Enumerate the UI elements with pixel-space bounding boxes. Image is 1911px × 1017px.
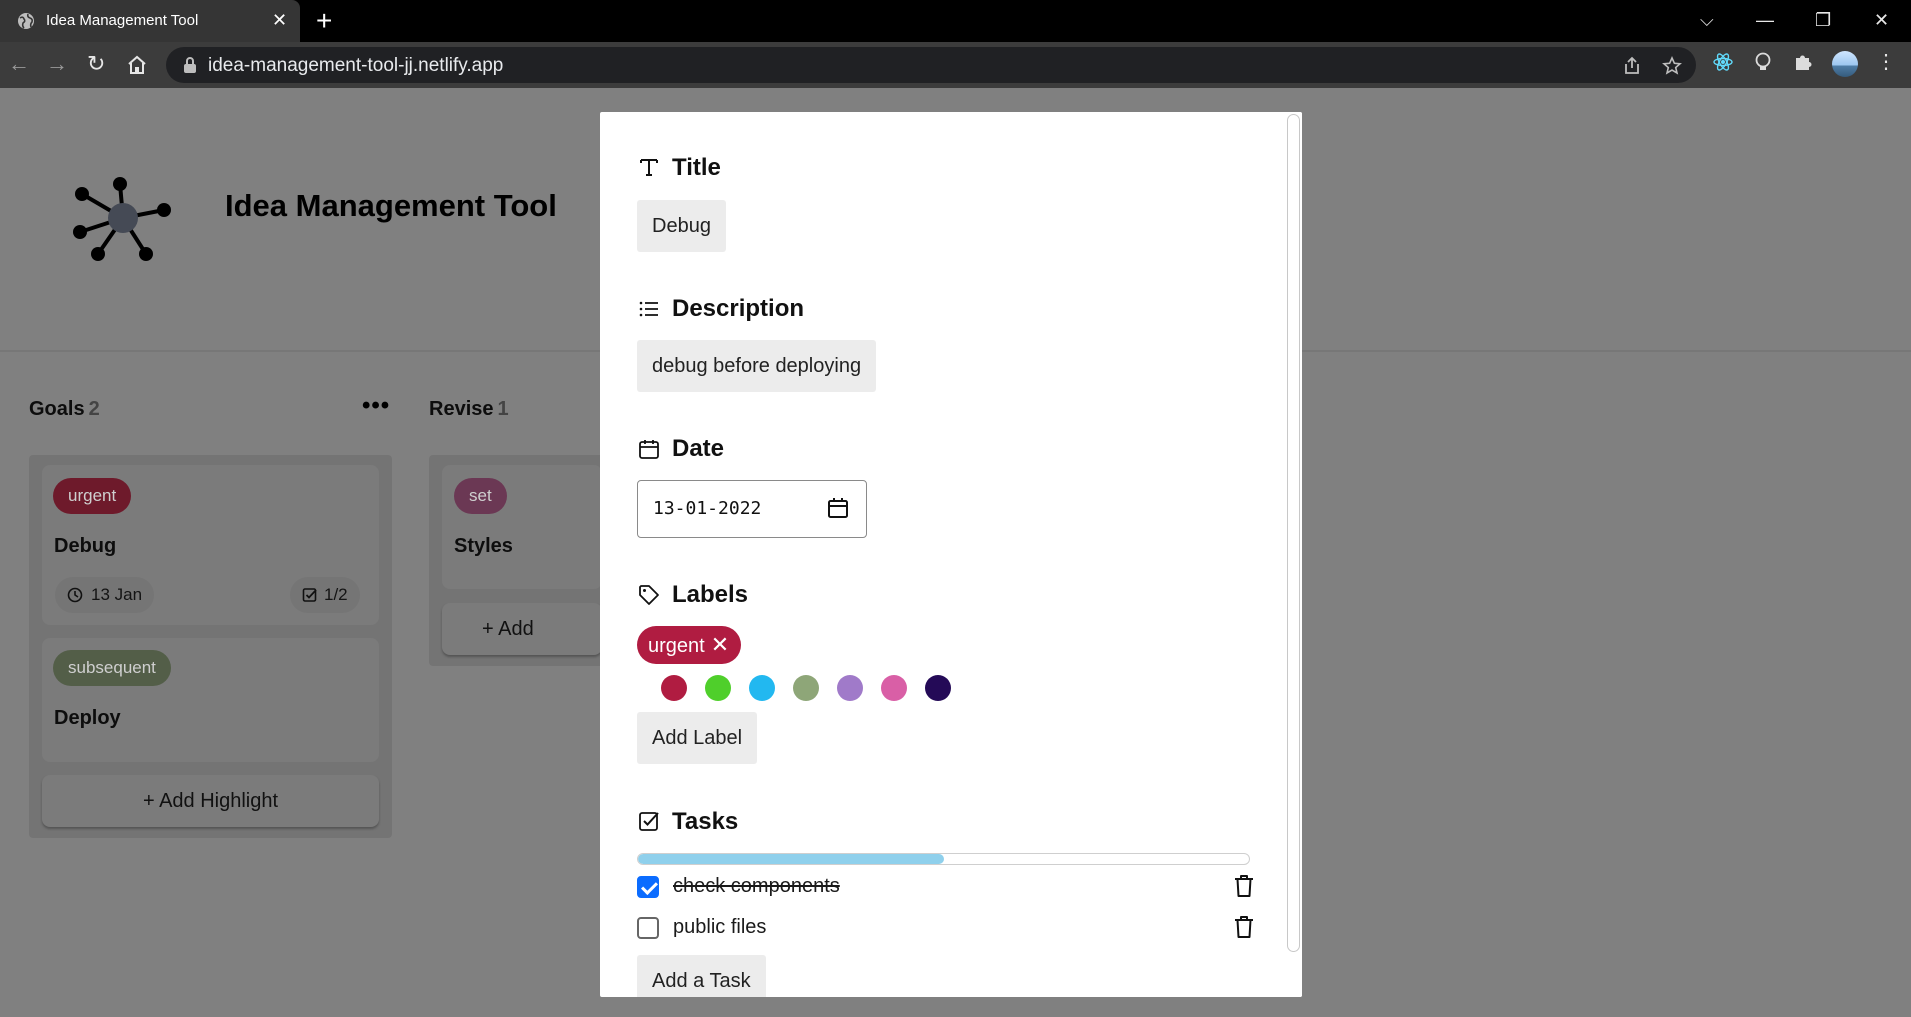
label-color-swatch[interactable] [881,675,907,701]
home-icon[interactable] [126,54,148,76]
tab-search-icon[interactable]: ⌵ [1700,10,1714,31]
card-task-count: 1/2 [290,577,360,613]
card-task-count-text: 1/2 [324,585,348,604]
task-checkbox[interactable] [637,876,659,898]
molecule-logo-icon [73,177,171,261]
globe-icon [18,13,34,29]
browser-menu-icon[interactable]: ⋮ [1876,52,1896,72]
task-text: check components [673,875,840,897]
reload-button[interactable]: ↻ [87,52,105,76]
title-field[interactable]: Debug [637,200,726,252]
checkbox-icon [639,812,659,831]
label-color-swatch[interactable] [661,675,687,701]
tasks-heading: Tasks [672,808,739,835]
modal-scrollbar-thumb[interactable] [1287,114,1300,952]
calendar-icon [639,440,659,459]
checkbox-icon [302,588,317,602]
new-tab-button[interactable]: + [316,7,332,35]
share-icon[interactable] [1622,56,1642,76]
card-title: Deploy [54,707,121,729]
task-checkbox[interactable] [637,917,659,939]
app-title: Idea Management Tool [225,188,557,223]
tag-icon [639,585,659,605]
browser-tab-bar: Idea Management Tool ✕ + ⌵ — ❐ ✕ [0,0,1911,42]
date-value: 13-01-2022 [653,498,762,519]
add-highlight-button[interactable]: + Add Highlight [42,775,379,827]
url-text: idea-management-tool-jj.netlify.app [208,55,504,76]
column-name: Revise [429,398,494,420]
address-bar[interactable]: idea-management-tool-jj.netlify.app [166,47,1696,83]
description-heading: Description [672,295,805,322]
tasks-progress-fill [638,854,944,864]
column-name: Goals [29,398,85,420]
column-title-revise: Revise 1 [429,398,509,421]
browser-toolbar: ← → ↻ idea-management-tool-jj.netlify.ap… [0,42,1911,88]
card-date: 13 Jan [55,577,155,613]
label-text: urgent [648,635,705,657]
add-label-button[interactable]: Add Label [637,712,758,764]
card-detail-modal: Title Debug Description debug before dep… [600,112,1302,997]
label-color-swatch[interactable] [793,675,819,701]
tab-title: Idea Management Tool [46,12,199,29]
list-icon [639,301,658,317]
date-input[interactable]: 13-01-2022 [637,480,867,538]
add-card-button[interactable]: + Add [442,603,602,655]
card-label: set [454,478,507,514]
label-color-swatch[interactable] [925,675,951,701]
browser-tab[interactable]: Idea Management Tool ✕ [0,0,300,42]
restore-button[interactable]: ❐ [1815,10,1831,31]
active-label-chip: urgent ✕ [637,626,742,664]
tasks-progress-bar [637,853,1250,865]
column-count: 1 [497,398,509,420]
calendar-picker-icon[interactable] [826,496,850,520]
card-label: urgent [53,478,132,514]
remove-label-icon[interactable]: ✕ [711,632,729,657]
card-title: Debug [54,535,117,557]
task-item: public files [637,914,1255,944]
card-title: Styles [454,535,513,557]
extension-bulb-icon[interactable] [1752,51,1774,73]
column-title-goals: Goals 2 [29,398,100,421]
title-heading: Title [672,154,721,181]
task-text: public files [673,916,767,938]
lock-icon [184,57,196,73]
extensions-puzzle-icon[interactable] [1792,51,1814,73]
column-menu-icon[interactable]: ••• [362,392,390,420]
labels-heading: Labels [672,581,749,608]
clock-icon [67,587,83,603]
profile-avatar[interactable] [1832,51,1858,77]
trash-icon[interactable] [1233,915,1255,939]
minimize-button[interactable]: — [1756,10,1774,31]
text-type-icon [640,159,658,176]
column-count: 2 [88,398,100,420]
back-button[interactable]: ← [8,52,30,76]
card-label: subsequent [53,650,171,686]
trash-icon[interactable] [1233,874,1255,898]
label-color-swatch[interactable] [837,675,863,701]
bookmark-star-icon[interactable] [1662,56,1682,76]
forward-button[interactable]: → [46,52,68,76]
close-window-button[interactable]: ✕ [1874,10,1889,31]
label-color-swatch[interactable] [749,675,775,701]
description-field[interactable]: debug before deploying [637,340,877,392]
add-task-button[interactable]: Add a Task [637,955,766,997]
tab-close-icon[interactable]: ✕ [272,9,287,31]
date-heading: Date [672,435,725,462]
card-date-text: 13 Jan [91,585,143,604]
react-devtools-icon[interactable] [1712,51,1734,73]
label-color-swatch[interactable] [705,675,731,701]
task-item: check components [637,873,1255,903]
